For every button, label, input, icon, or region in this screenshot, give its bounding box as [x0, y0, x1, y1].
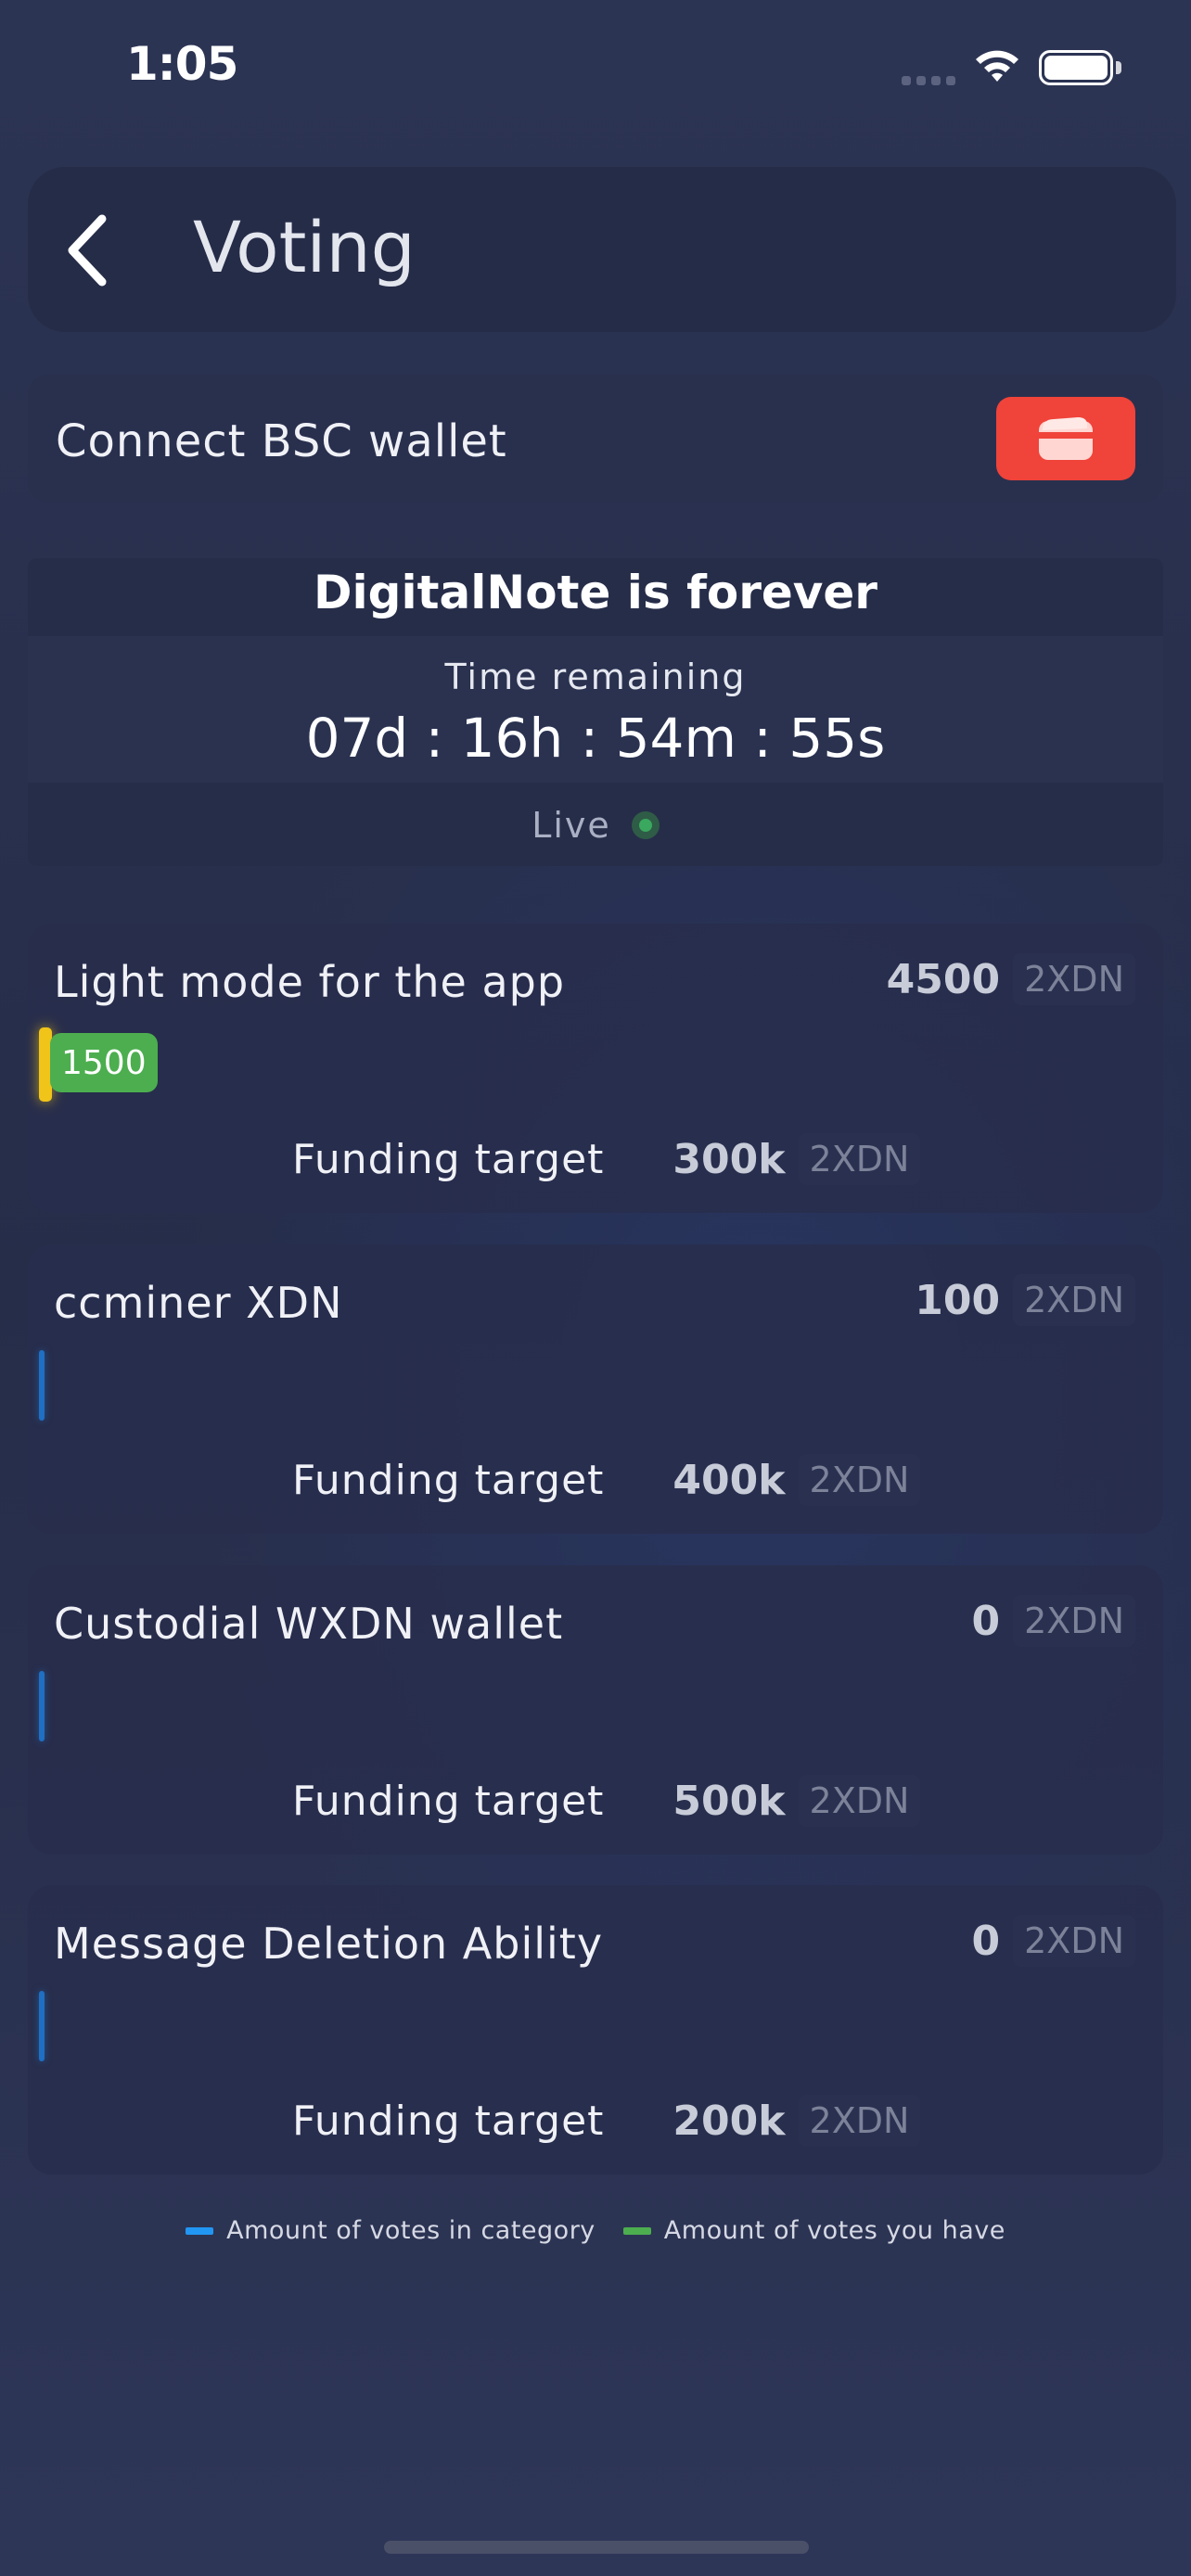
- legend-swatch-blue: [186, 2226, 214, 2235]
- currency-tag: 2XDN: [798, 1775, 921, 1827]
- funding-target-value: 300k: [672, 1135, 786, 1183]
- proposal-title: ccminer XDN: [54, 1278, 343, 1328]
- back-button[interactable]: [56, 204, 121, 297]
- currency-tag: 2XDN: [1013, 1915, 1135, 1967]
- wallet-connect-label: Connect BSC wallet: [56, 415, 507, 467]
- time-remaining-value: 07d : 16h : 54m : 55s: [305, 707, 886, 770]
- currency-tag: 2XDN: [1013, 1274, 1135, 1326]
- proposal-title: Custodial WXDN wallet: [54, 1599, 564, 1649]
- currency-tag: 2XDN: [1013, 1595, 1135, 1647]
- chevron-left-icon: [68, 214, 107, 287]
- proposal-card[interactable]: ccminer XDN 100 2XDN Funding target 400k…: [28, 1244, 1163, 1534]
- funding-target-value: 200k: [672, 2097, 786, 2145]
- proposal-card[interactable]: Custodial WXDN wallet 0 2XDN Funding tar…: [28, 1565, 1163, 1855]
- vote-legend: Amount of votes in category Amount of vo…: [0, 2216, 1191, 2245]
- legend-label: Amount of votes you have: [663, 2216, 1005, 2245]
- currency-tag: 2XDN: [1013, 953, 1135, 1005]
- status-time: 1:05: [126, 37, 238, 91]
- legend-item-category-votes: Amount of votes in category: [186, 2216, 596, 2245]
- proposal-votes: 0 2XDN: [971, 1595, 1135, 1647]
- funding-target-label: Funding target: [292, 2097, 605, 2145]
- page-title: Voting: [193, 206, 416, 288]
- proposal-votes: 0 2XDN: [971, 1915, 1135, 1967]
- vote-progress-bar: [39, 1989, 1133, 2063]
- category-votes-bar: [39, 1350, 45, 1421]
- vote-progress-bar: [39, 1348, 1133, 1422]
- vote-count: 100: [915, 1276, 1001, 1324]
- vote-count: 0: [971, 1597, 1001, 1645]
- funding-target-value: 500k: [672, 1777, 786, 1825]
- funding-target-label: Funding target: [292, 1777, 605, 1825]
- my-votes-badge: 1500: [50, 1033, 158, 1092]
- proposal-title: Light mode for the app: [54, 957, 566, 1007]
- live-status: Live: [28, 805, 1163, 846]
- wallet-icon: [1039, 417, 1093, 460]
- status-bar: 1:05: [0, 0, 1191, 139]
- time-remaining-label: Time remaining: [444, 657, 747, 697]
- funding-target-row: Funding target 300k 2XDN: [292, 1133, 921, 1185]
- funding-target-label: Funding target: [292, 1456, 605, 1504]
- poll-title: DigitalNote is forever: [314, 566, 877, 619]
- legend-label: Amount of votes in category: [226, 2216, 596, 2245]
- cellular-signal-icon: [902, 76, 959, 85]
- funding-target-value: 400k: [672, 1456, 786, 1504]
- live-label: Live: [531, 805, 611, 846]
- legend-item-your-votes: Amount of votes you have: [622, 2216, 1005, 2245]
- wifi-icon: [976, 50, 1018, 82]
- currency-tag: 2XDN: [798, 1454, 921, 1506]
- currency-tag: 2XDN: [798, 1133, 921, 1185]
- legend-swatch-green: [622, 2226, 651, 2235]
- vote-count: 4500: [886, 955, 1001, 1003]
- proposal-title: Message Deletion Ability: [54, 1919, 604, 1969]
- funding-target-row: Funding target 200k 2XDN: [292, 2095, 921, 2147]
- proposal-card[interactable]: Light mode for the app 4500 2XDN 1500 Fu…: [28, 924, 1163, 1213]
- home-indicator[interactable]: [384, 2541, 809, 2554]
- currency-tag: 2XDN: [798, 2095, 921, 2147]
- connect-wallet-button[interactable]: [996, 397, 1135, 480]
- vote-count: 0: [971, 1917, 1001, 1965]
- funding-target-label: Funding target: [292, 1135, 605, 1183]
- vote-progress-bar: 1500: [39, 1027, 1133, 1102]
- battery-cap: [1116, 61, 1121, 74]
- funding-target-row: Funding target 400k 2XDN: [292, 1454, 921, 1506]
- proposal-votes: 4500 2XDN: [887, 953, 1135, 1005]
- funding-target-row: Funding target 500k 2XDN: [292, 1775, 921, 1827]
- proposal-votes: 100 2XDN: [915, 1274, 1135, 1326]
- category-votes-bar: [39, 1991, 45, 2061]
- proposal-card[interactable]: Message Deletion Ability 0 2XDN Funding …: [28, 1885, 1163, 2174]
- category-votes-bar: [39, 1671, 45, 1741]
- battery-icon: [1039, 50, 1113, 85]
- vote-progress-bar: [39, 1669, 1133, 1743]
- live-indicator-icon: [631, 811, 660, 839]
